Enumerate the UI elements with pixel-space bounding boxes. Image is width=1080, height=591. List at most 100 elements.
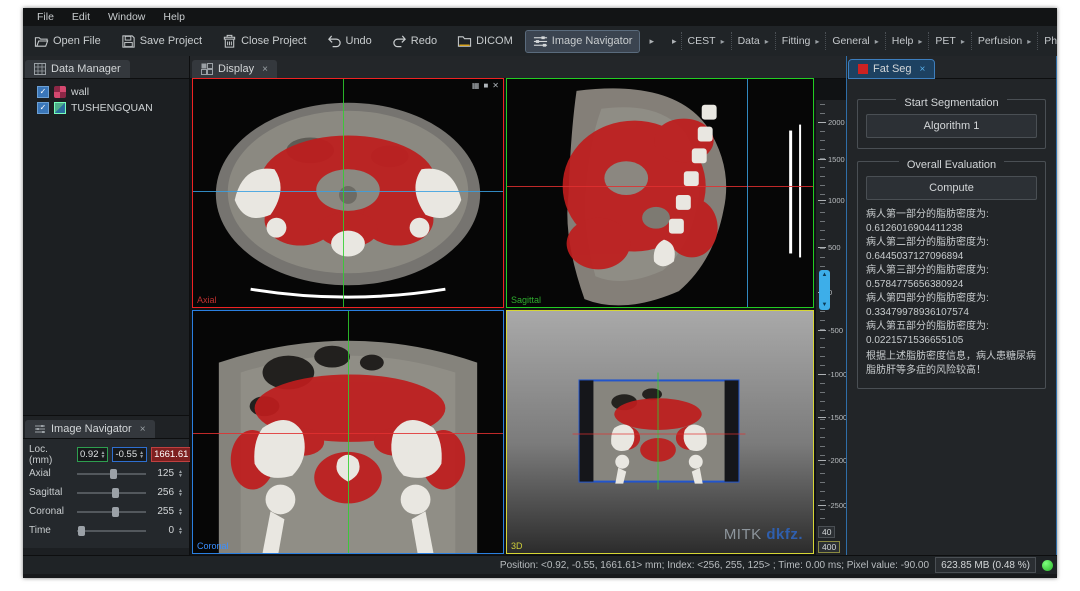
- sagittal-slider-label: Sagittal: [29, 487, 73, 498]
- undo-button[interactable]: Undo: [320, 31, 379, 52]
- tab-display[interactable]: Display ×: [192, 60, 277, 78]
- menu-window[interactable]: Window: [100, 10, 153, 24]
- image-navigator-tabbar: Image Navigator ×: [23, 416, 189, 439]
- sagittal-viewport[interactable]: Sagittal: [506, 78, 814, 308]
- spin-arrows-icon[interactable]: ▲▼: [178, 508, 183, 516]
- wall-visibility-checkbox[interactable]: ✓: [37, 86, 49, 98]
- location-row: Loc. (mm) 0.92▲▼ -0.55▲▼ 1661.61▲▼: [29, 445, 183, 464]
- sagittal-slider-handle[interactable]: [112, 488, 119, 498]
- result-line: 病人第二部分的脂肪密度为: 0.6445037127096894: [866, 236, 1037, 264]
- coronal-plane-crosshair[interactable]: [193, 191, 503, 192]
- loc-y-spinbox[interactable]: -0.55▲▼: [112, 447, 147, 462]
- axial-viewport[interactable]: ▦ ■ ✕ Axial: [192, 78, 504, 308]
- image-node-icon: [54, 102, 66, 114]
- menu-edit[interactable]: Edit: [64, 10, 98, 24]
- coronal-view-label: Coronal: [197, 541, 229, 551]
- save-project-button[interactable]: Save Project: [114, 31, 209, 52]
- spin-arrows-icon[interactable]: ▲▼: [178, 470, 183, 478]
- viewport-grid: ▦ ■ ✕ Axial: [192, 78, 846, 556]
- coronal-slider-value: 255: [150, 506, 174, 517]
- close-icon[interactable]: ×: [920, 64, 926, 75]
- tab-image-navigator[interactable]: Image Navigator ×: [25, 420, 155, 438]
- algorithm-1-button[interactable]: Algorithm 1: [866, 114, 1037, 138]
- plugin-menu-photoacoustics[interactable]: Photoacoustics▸: [1037, 32, 1057, 50]
- wall-node-label: wall: [71, 86, 89, 98]
- close-icon[interactable]: ×: [140, 424, 146, 435]
- fullscreen-icon[interactable]: ■: [483, 81, 488, 90]
- ruler-tick: -1000: [818, 370, 847, 379]
- close-icon[interactable]: ×: [262, 64, 268, 75]
- status-bar: Position: <0.92, -0.55, 1661.61> mm; Ind…: [23, 555, 1057, 574]
- toolbar-overflow-icon-2[interactable]: ▸: [672, 36, 677, 47]
- compute-button[interactable]: Compute: [866, 176, 1037, 200]
- coronal-slider[interactable]: [77, 506, 146, 518]
- undo-icon: [327, 34, 342, 49]
- image-navigator-button[interactable]: Image Navigator: [526, 31, 640, 52]
- workbench-content: Data Manager ✓ wall ✓ TUSHENGQUAN: [23, 56, 1057, 556]
- window-value[interactable]: 400: [818, 541, 840, 553]
- tab-fat-seg[interactable]: Fat Seg ×: [849, 60, 934, 78]
- plugin-menu-pet[interactable]: PET▸: [928, 32, 970, 50]
- overall-evaluation-group: Overall Evaluation Compute 病人第一部分的脂肪密度为:…: [857, 161, 1046, 389]
- crosshair-toggle-icon[interactable]: ✕: [492, 81, 499, 90]
- coronal-viewport[interactable]: Coronal: [192, 310, 504, 554]
- image-navigator-label: Image Navigator: [552, 35, 633, 47]
- coronal-plane-crosshair[interactable]: [747, 79, 748, 307]
- spin-arrows-icon[interactable]: ▲▼: [139, 451, 144, 459]
- sagittal-slider[interactable]: [77, 487, 146, 499]
- mitk-logo: MITK: [724, 526, 762, 543]
- tree-node-wall[interactable]: ✓ wall: [27, 84, 185, 100]
- spin-arrows-icon[interactable]: ▲▼: [178, 489, 183, 497]
- dicom-button[interactable]: DICOM: [450, 31, 520, 52]
- ruler-tick: 1500: [818, 155, 845, 164]
- spin-arrows-icon[interactable]: ▲▼: [178, 527, 183, 535]
- coronal-slider-handle[interactable]: [112, 507, 119, 517]
- sagittal-plane-crosshair[interactable]: [343, 79, 344, 307]
- tab-data-manager[interactable]: Data Manager: [25, 60, 130, 78]
- plugin-menu-perfusion[interactable]: Perfusion▸: [971, 32, 1037, 50]
- level-window-slider[interactable]: 2000 1500 1000 500 0 -500 -1000 -1500 -2…: [816, 100, 846, 556]
- result-line: 病人第一部分的脂肪密度为: 0.6126016904411238: [866, 208, 1037, 236]
- dicom-label: DICOM: [476, 35, 513, 47]
- result-line: 病人第三部分的脂肪密度为: 0.5784775656380924: [866, 264, 1037, 292]
- open-file-icon: [34, 34, 49, 49]
- level-window-handle[interactable]: ▲▼: [819, 270, 830, 310]
- menu-bar: File Edit Window Help: [23, 8, 1057, 26]
- sagittal-slider-value: 256: [150, 487, 174, 498]
- plugin-menu-general[interactable]: General▸: [825, 32, 884, 50]
- open-file-button[interactable]: Open File: [27, 31, 108, 52]
- loc-x-spinbox[interactable]: 0.92▲▼: [77, 447, 108, 462]
- fat-seg-body: Start Segmentation Algorithm 1 Overall E…: [847, 79, 1056, 397]
- axial-ct-image: [193, 79, 503, 307]
- axial-plane-crosshair[interactable]: [507, 186, 813, 187]
- surface-node-icon: [54, 86, 66, 98]
- redo-button[interactable]: Redo: [385, 31, 444, 52]
- threed-scene: [507, 311, 813, 553]
- close-project-icon: [222, 34, 237, 49]
- tushengquan-visibility-checkbox[interactable]: ✓: [37, 102, 49, 114]
- threed-viewport[interactable]: MITK dkfz. 3D: [506, 310, 814, 554]
- time-slider-label: Time: [29, 525, 73, 536]
- spin-arrows-icon[interactable]: ▲▼: [101, 451, 106, 459]
- axial-slider[interactable]: [77, 468, 146, 480]
- axial-view-label: Axial: [197, 295, 217, 305]
- plugin-menu-help[interactable]: Help▸: [885, 32, 929, 50]
- sagittal-plane-crosshair[interactable]: [348, 311, 349, 553]
- axial-slider-row: Axial 125 ▲▼: [29, 464, 183, 483]
- time-slider[interactable]: [77, 525, 146, 537]
- mitk-workbench-window: File Edit Window Help Open File Save Pro…: [23, 8, 1057, 578]
- menu-help[interactable]: Help: [155, 10, 193, 24]
- level-value[interactable]: 40: [818, 526, 835, 538]
- plugin-menu-data[interactable]: Data▸: [731, 32, 775, 50]
- dicom-icon: [457, 34, 472, 49]
- time-slider-handle[interactable]: [78, 526, 85, 536]
- menu-file[interactable]: File: [29, 10, 62, 24]
- toolbar-overflow-icon[interactable]: ▸: [649, 36, 654, 47]
- close-project-button[interactable]: Close Project: [215, 31, 313, 52]
- sagittal-ct-image: [507, 79, 813, 307]
- plugin-menu-cest[interactable]: CEST▸: [681, 32, 731, 50]
- plugin-menu-fitting[interactable]: Fitting▸: [775, 32, 826, 50]
- layout-grid-icon[interactable]: ▦: [472, 81, 480, 90]
- tree-node-tushengquan[interactable]: ✓ TUSHENGQUAN: [27, 100, 185, 116]
- axial-slider-handle[interactable]: [110, 469, 117, 479]
